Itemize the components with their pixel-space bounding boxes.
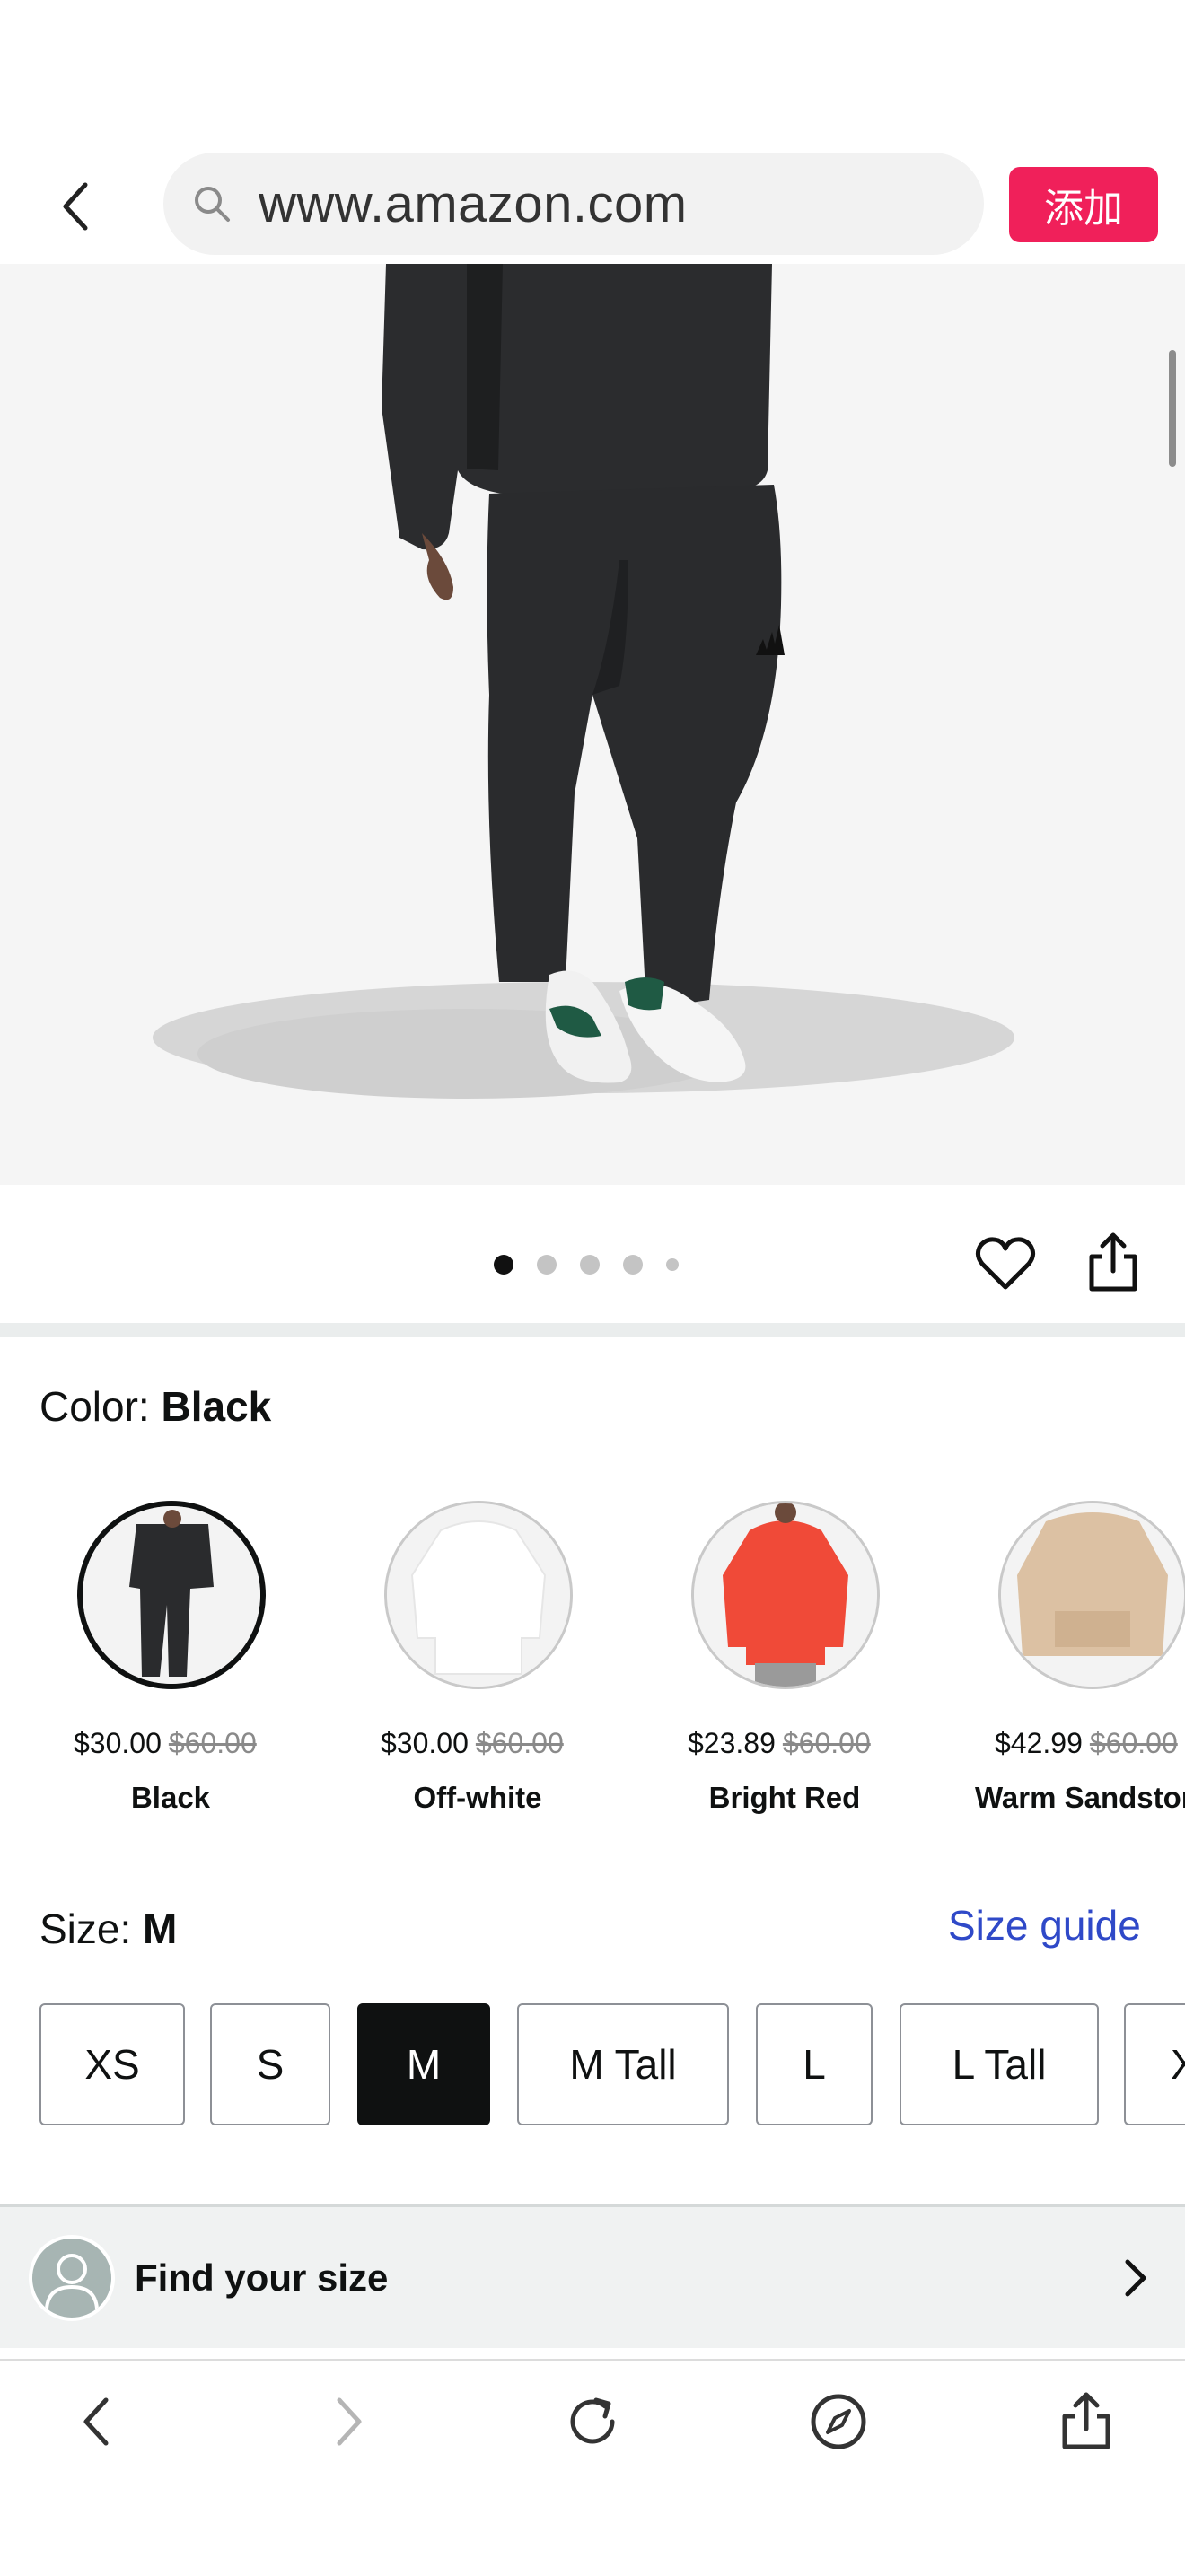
price-list: $60.00 (168, 1727, 257, 1759)
size-option-m[interactable]: M (357, 2003, 490, 2125)
color-selected-value: Black (161, 1383, 272, 1430)
chevron-right-icon (1125, 2259, 1146, 2297)
url-text: www.amazon.com (259, 174, 688, 233)
image-pagination-dots[interactable] (494, 1255, 679, 1275)
color-label: Color: (40, 1383, 162, 1430)
color-name: Bright Red (708, 1781, 861, 1814)
size-heading: Size: M (40, 1905, 177, 1953)
swatch-image (1001, 1503, 1184, 1687)
wishlist-button[interactable] (975, 1235, 1036, 1292)
color-price: $42.99 $60.00 (995, 1727, 1178, 1760)
browser-share-button[interactable] (1054, 2389, 1119, 2454)
reload-button[interactable] (560, 2389, 625, 2454)
size-guide-link[interactable]: Size guide (948, 1901, 1141, 1950)
pagination-dot[interactable] (494, 1255, 514, 1275)
pagination-dot[interactable] (666, 1258, 679, 1271)
price-list: $60.00 (475, 1727, 564, 1759)
find-your-size-label: Find your size (135, 2256, 389, 2299)
avatar (29, 2235, 115, 2321)
heart-icon (975, 1237, 1036, 1290)
size-option-xs[interactable]: XS (40, 2003, 185, 2125)
add-button[interactable]: 添加 (1009, 167, 1158, 242)
share-button[interactable] (1086, 1231, 1140, 1294)
price-list: $60.00 (1089, 1727, 1178, 1759)
size-option-l[interactable]: L (756, 2003, 873, 2125)
color-price: $23.89 $60.00 (688, 1727, 871, 1760)
color-price: $30.00 $60.00 (74, 1727, 257, 1760)
find-size-chevron[interactable] (1120, 2256, 1149, 2300)
pagination-dot[interactable] (537, 1255, 557, 1275)
search-icon (195, 187, 230, 222)
scroll-indicator[interactable] (1169, 350, 1176, 467)
product-photo-illustration (153, 264, 1014, 1099)
pagination-dot[interactable] (623, 1255, 643, 1275)
share-icon (1062, 2392, 1110, 2449)
price-current: $30.00 (74, 1727, 162, 1759)
color-price: $30.00 $60.00 (381, 1727, 564, 1760)
browser-forward-button[interactable] (316, 2389, 381, 2454)
color-swatch-black[interactable] (77, 1501, 266, 1689)
price-list: $60.00 (782, 1727, 871, 1759)
price-current: $30.00 (381, 1727, 469, 1759)
price-current: $23.89 (688, 1727, 776, 1759)
color-name: Warm Sandstor (975, 1781, 1185, 1814)
compass-icon (811, 2394, 866, 2449)
swatch-image (83, 1506, 260, 1684)
share-icon (1089, 1232, 1137, 1292)
size-option-l-tall[interactable]: L Tall (900, 2003, 1099, 2125)
size-label: Size: (40, 1906, 144, 1952)
size-selected-value: M (143, 1906, 178, 1952)
chevron-left-icon (63, 182, 88, 231)
section-divider (0, 1323, 1185, 1337)
user-icon (45, 2254, 99, 2309)
color-name: Black (130, 1781, 211, 1814)
back-button[interactable] (43, 171, 106, 242)
url-bar[interactable]: www.amazon.com (163, 153, 984, 255)
color-heading: Color: Black (40, 1382, 271, 1431)
arrow-right-icon (337, 2397, 362, 2446)
arrow-left-icon (83, 2397, 109, 2446)
color-name: Off-white (413, 1781, 542, 1814)
size-option-m-tall[interactable]: M Tall (517, 2003, 729, 2125)
price-current: $42.99 (995, 1727, 1083, 1759)
reload-icon (570, 2397, 615, 2444)
compass-button[interactable] (806, 2389, 871, 2454)
size-option-s[interactable]: S (210, 2003, 330, 2125)
size-option-x[interactable]: X (1124, 2003, 1185, 2125)
pagination-dot[interactable] (580, 1255, 600, 1275)
color-swatch-bright-red[interactable] (691, 1501, 880, 1689)
color-swatch-off-white[interactable] (384, 1501, 573, 1689)
browser-back-button[interactable] (65, 2389, 129, 2454)
color-swatch-warm-sandstone[interactable] (998, 1501, 1185, 1689)
product-image[interactable] (0, 264, 1185, 1185)
swatch-image (387, 1503, 570, 1687)
swatch-image (694, 1503, 877, 1687)
